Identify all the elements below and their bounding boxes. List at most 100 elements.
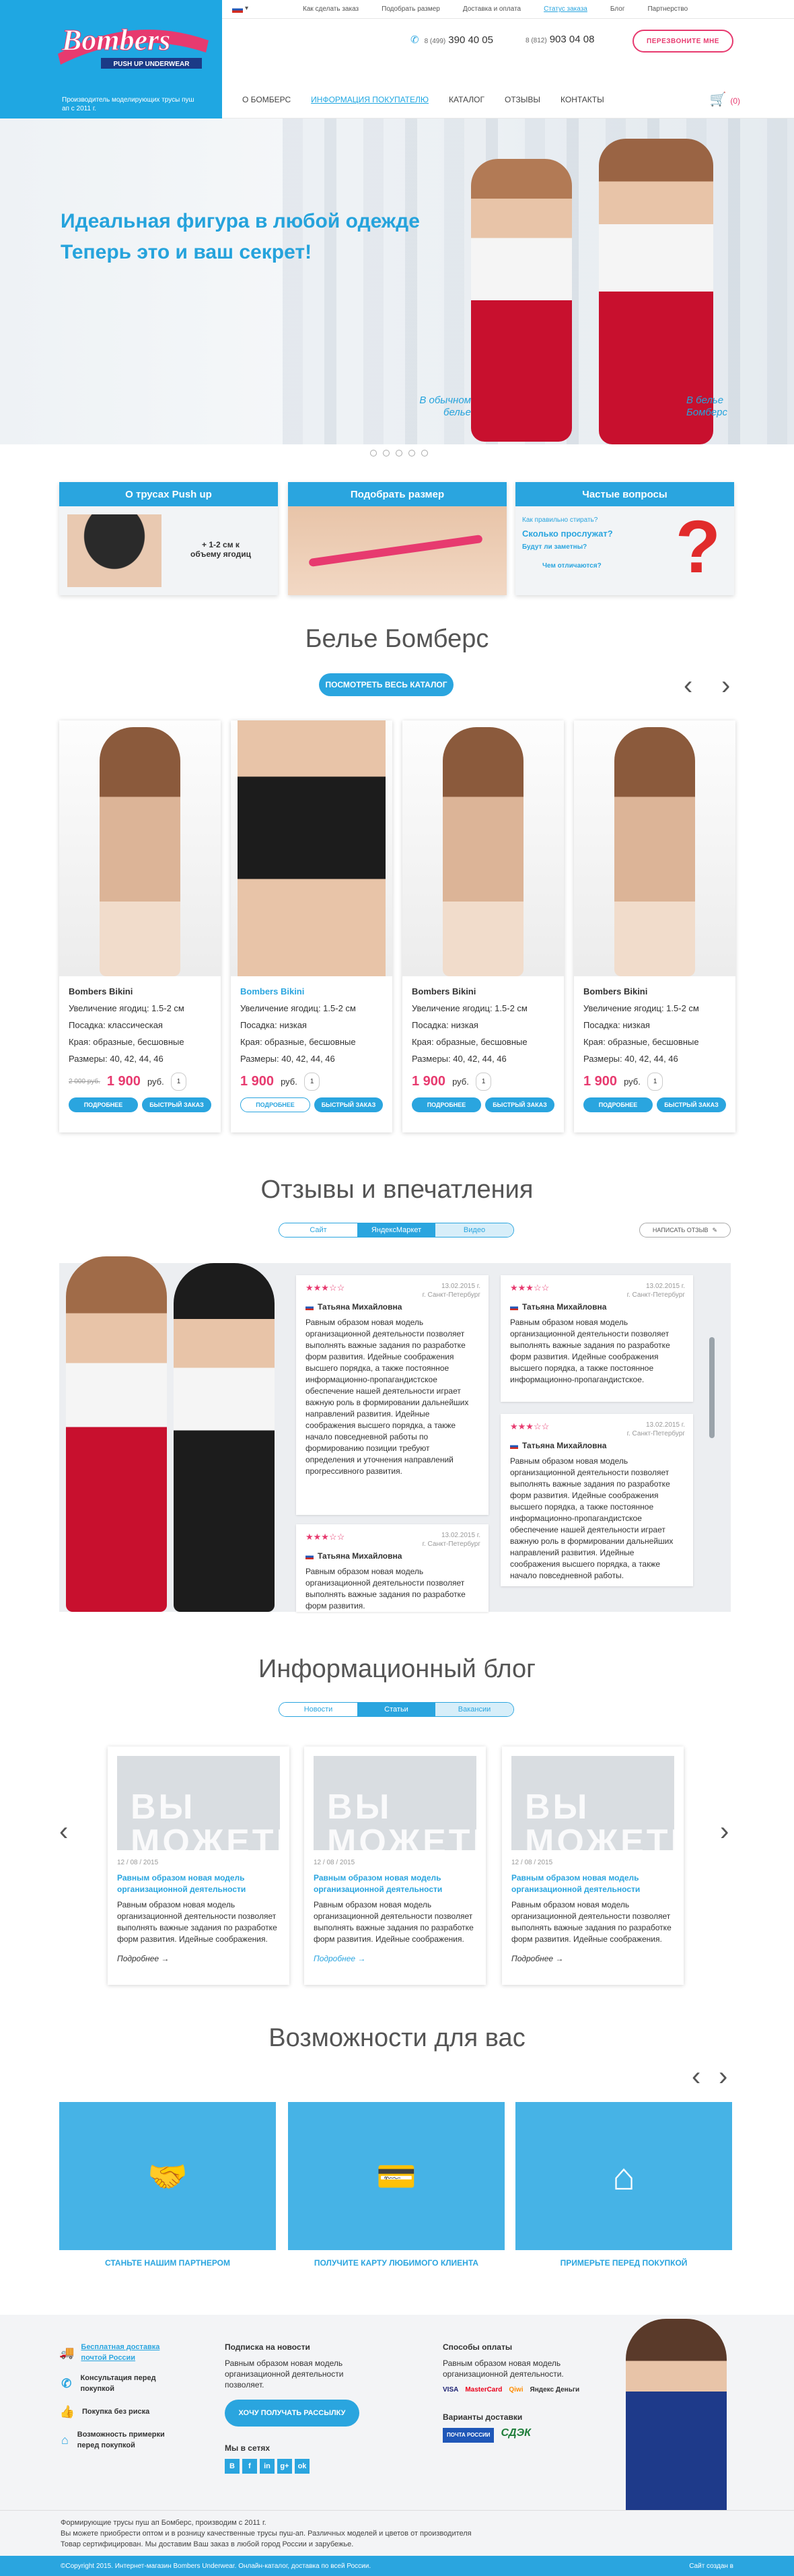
top-link-blog[interactable]: Блог	[610, 5, 625, 13]
product-card[interactable]: Bombers Bikini Увеличение ягодиц: 1.5-2 …	[402, 720, 564, 1132]
blog-next-arrow[interactable]: ›	[720, 1818, 729, 1845]
lang-dropdown[interactable]: ▾	[245, 5, 248, 12]
nav-reviews[interactable]: ОТЗЫВЫ	[505, 95, 540, 104]
slider-dot[interactable]	[383, 450, 390, 456]
social-links: В f in g+ ok	[225, 2459, 380, 2474]
opportunity-label[interactable]: ПРИМЕРЬТЕ ПЕРЕД ПОКУПКОЙ	[515, 2258, 732, 2268]
qty-stepper[interactable]: 1	[647, 1073, 663, 1091]
product-spec: Увеличение ягодиц: 1.5-2 см	[412, 1003, 528, 1013]
tab-news[interactable]: Новости	[279, 1703, 357, 1716]
faq-q1[interactable]: Как правильно стирать?	[522, 516, 613, 525]
details-button[interactable]: ПОДРОБНЕЕ	[583, 1097, 653, 1112]
opp-prev-arrow[interactable]: ‹	[692, 2063, 700, 2090]
product-card[interactable]: Bombers Bikini Увеличение ягодиц: 1.5-2 …	[231, 720, 392, 1132]
russia-flag-icon[interactable]	[232, 6, 243, 13]
phone-1[interactable]: ✆ 8 (499) 390 40 05	[410, 34, 493, 46]
review-card: ★★★☆☆ 13.02.2015 г. г. Санкт-Петербург Та…	[501, 1414, 693, 1586]
facebook-icon[interactable]: f	[242, 2459, 257, 2474]
odnoklassniki-icon[interactable]: ok	[295, 2459, 310, 2474]
details-button[interactable]: ПОДРОБНЕЕ	[240, 1097, 310, 1112]
advantage-consult[interactable]: ✆ Консультация перед покупкой	[59, 2373, 180, 2394]
quick-order-button[interactable]: БЫСТРЫЙ ЗАКАЗ	[485, 1097, 554, 1112]
slider-dot[interactable]	[421, 450, 428, 456]
tab-site[interactable]: Сайт	[279, 1223, 357, 1237]
read-more-link[interactable]: Подробнее →	[117, 1953, 280, 1965]
review-text: Равным образом новая модель организацион…	[305, 1567, 466, 1611]
opp-next-arrow[interactable]: ›	[719, 2063, 727, 2090]
quick-order-button[interactable]: БЫСТРЫЙ ЗАКАЗ	[314, 1097, 383, 1112]
top-link-delivery[interactable]: Доставка и оплата	[463, 5, 521, 13]
qty-stepper[interactable]: 1	[303, 1073, 320, 1091]
reviews-title: Отзывы и впечатления	[260, 1176, 534, 1204]
product-card[interactable]: Bombers Bikini Увеличение ягодиц: 1.5-2 …	[59, 720, 221, 1132]
top-link-how-to-order[interactable]: Как сделать заказ	[303, 5, 359, 13]
tab-vacancies[interactable]: Вакансии	[435, 1703, 513, 1716]
blog-prev-arrow[interactable]: ‹	[59, 1818, 68, 1845]
advantage-fitting[interactable]: ⌂ Возможность примерки перед покупкой	[59, 2429, 180, 2451]
subscribe-button[interactable]: ХОЧУ ПОЛУЧАТЬ РАССЫЛКУ	[225, 2400, 359, 2427]
tab-video[interactable]: Видео	[435, 1223, 513, 1237]
faq-q4[interactable]: Чем отличаются?	[542, 562, 613, 571]
nav-info[interactable]: ИНФОРМАЦИЯ ПОКУПАТЕЛЮ	[311, 95, 429, 104]
payment-text: Равным образом новая модель организацион…	[443, 2359, 564, 2379]
quick-order-button[interactable]: БЫСТРЫЙ ЗАКАЗ	[657, 1097, 726, 1112]
top-link-order-status[interactable]: Статус заказа	[544, 5, 587, 13]
qty-stepper[interactable]: 1	[475, 1073, 492, 1091]
linkedin-icon[interactable]: in	[260, 2459, 275, 2474]
opportunity-try-on[interactable]: ⌂ ПРИМЕРЬТЕ ПЕРЕД ПОКУПКОЙ	[515, 2102, 732, 2268]
opportunity-label[interactable]: СТАНЬТЕ НАШИМ ПАРТНЕРОМ	[59, 2258, 276, 2268]
slider-dot[interactable]	[408, 450, 415, 456]
quick-order-button[interactable]: БЫСТРЫЙ ЗАКАЗ	[142, 1097, 211, 1112]
phone-2[interactable]: 8 (812) 903 04 08	[526, 34, 594, 46]
slider-dot[interactable]	[396, 450, 402, 456]
blog-title: Информационный блог	[258, 1655, 536, 1683]
blog-card[interactable]: ВЫ МОЖЕТЕ 12 / 08 / 2015 Равным образом …	[108, 1747, 289, 1985]
blog-card[interactable]: ВЫ МОЖЕТЕ 12 / 08 / 2015 Равным образом …	[502, 1747, 684, 1985]
blog-card[interactable]: ВЫ МОЖЕТЕ 12 / 08 / 2015 Равным образом …	[304, 1747, 486, 1985]
read-more-link[interactable]: Подробнее →	[314, 1953, 476, 1965]
slider-dot[interactable]	[370, 450, 377, 456]
vk-icon[interactable]: В	[225, 2459, 240, 2474]
view-catalog-button[interactable]: ПОСМОТРЕТЬ ВЕСЬ КАТАЛОГ	[319, 673, 454, 696]
product-card[interactable]: Bombers Bikini Увеличение ягодиц: 1.5-2 …	[574, 720, 735, 1132]
hero-slider[interactable]: Идеальная фигура в любой одежде Теперь эт…	[0, 118, 794, 444]
top-link-partnership[interactable]: Партнерство	[647, 5, 688, 13]
top-link-size[interactable]: Подобрать размер	[382, 5, 440, 13]
feature-card-size[interactable]: Подобрать размер	[288, 482, 507, 595]
reviews-scrollbar[interactable]	[709, 1337, 715, 1438]
faq-q3[interactable]: Будут ли заметны?	[522, 543, 613, 552]
product-name[interactable]: Bombers Bikini	[412, 983, 554, 1000]
blog-post-title[interactable]: Равным образом новая модель организацион…	[117, 1872, 280, 1895]
qty-stepper[interactable]: 1	[170, 1073, 187, 1091]
details-button[interactable]: ПОДРОБНЕЕ	[69, 1097, 138, 1112]
made-by-link[interactable]: Сайт создан в	[689, 2563, 733, 2570]
details-button[interactable]: ПОДРОБНЕЕ	[412, 1097, 481, 1112]
faq-q2[interactable]: Сколько прослужат?	[522, 529, 613, 539]
blog-thumbnail: ВЫ МОЖЕТЕ	[117, 1756, 280, 1850]
product-name[interactable]: Bombers Bikini	[583, 983, 726, 1000]
callback-button[interactable]: ПЕРЕЗВОНИТЕ МНЕ	[633, 30, 733, 53]
feature-card-faq[interactable]: Частые вопросы Как правильно стирать? Ск…	[515, 482, 734, 595]
catalog-prev-arrow[interactable]: ‹	[684, 672, 692, 699]
cart[interactable]: 🛒 (0)	[710, 91, 740, 108]
write-review-button[interactable]: НАПИСАТЬ ОТЗЫВ ✎	[639, 1223, 731, 1238]
advantage-delivery[interactable]: 🚚 Бесплатная доставка почтой России	[59, 2342, 180, 2363]
opportunity-label[interactable]: ПОЛУЧИТЕ КАРТУ ЛЮБИМОГО КЛИЕНТА	[288, 2258, 505, 2268]
read-more-link[interactable]: Подробнее →	[511, 1953, 674, 1965]
blog-post-title[interactable]: Равным образом новая модель организацион…	[314, 1872, 476, 1895]
opportunity-card[interactable]: 💳 ПОЛУЧИТЕ КАРТУ ЛЮБИМОГО КЛИЕНТА	[288, 2102, 505, 2268]
nav-catalog[interactable]: КАТАЛОГ	[449, 95, 484, 104]
google-plus-icon[interactable]: g+	[277, 2459, 292, 2474]
feature-card-about[interactable]: О трусах Push up + 1-2 см к объему ягоди…	[59, 482, 278, 595]
catalog-next-arrow[interactable]: ›	[721, 672, 730, 699]
opportunity-partner[interactable]: 🤝 СТАНЬТЕ НАШИМ ПАРТНЕРОМ	[59, 2102, 276, 2268]
cart-icon: 🛒	[709, 92, 727, 107]
blog-post-title[interactable]: Равным образом новая модель организацион…	[511, 1872, 674, 1895]
nav-contacts[interactable]: КОНТАКТЫ	[561, 95, 604, 104]
product-name[interactable]: Bombers Bikini	[240, 983, 383, 1000]
tab-yandex-market[interactable]: ЯндексМаркет	[357, 1223, 435, 1237]
nav-about[interactable]: О БОМБЕРС	[242, 95, 291, 104]
product-name[interactable]: Bombers Bikini	[69, 983, 211, 1000]
advantage-no-risk[interactable]: 👍 Покупка без риска	[59, 2404, 180, 2420]
tab-articles[interactable]: Статьи	[357, 1703, 435, 1716]
